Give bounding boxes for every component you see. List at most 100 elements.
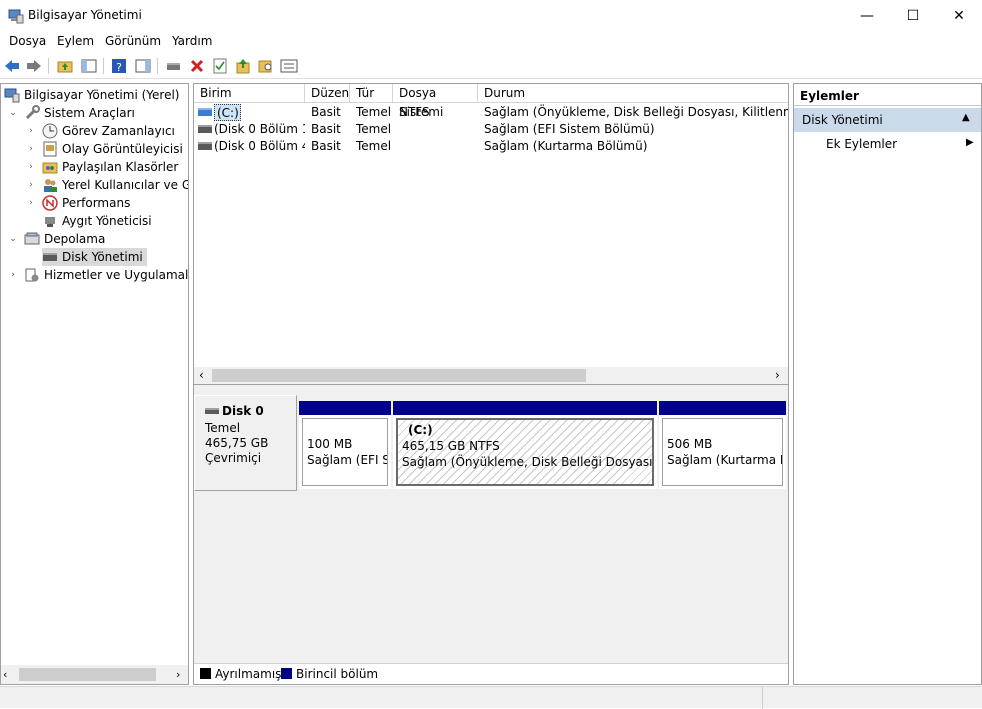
tree-item-local-users[interactable]: › Yerel Kullanıcılar ve Gru: [26, 176, 188, 194]
minimize-button[interactable]: —: [844, 0, 890, 32]
tree-item-label: Paylaşılan Klasörler: [62, 160, 179, 174]
collapse-up-icon[interactable]: ▲: [962, 112, 970, 123]
view-icon[interactable]: [280, 57, 298, 75]
tree-root-label: Bilgisayar Yönetimi (Yerel): [24, 88, 180, 102]
export-list-icon[interactable]: [234, 57, 252, 75]
partition-status: Sağlam (Önyükleme, Disk Belleği Dosyası,…: [402, 455, 654, 469]
forward-icon[interactable]: [25, 57, 43, 75]
legend: Ayrılmamış Birincil bölüm: [194, 663, 788, 684]
volume-status: Sağlam (EFI Sistem Bölümü): [484, 122, 655, 136]
menu-bar: Dosya Eylem Görünüm Yardım: [0, 32, 982, 52]
maximize-button[interactable]: ☐: [890, 0, 936, 32]
scroll-right-icon[interactable]: ›: [775, 368, 780, 382]
title-bar: Bilgisayar Yönetimi — ☐ ✕: [0, 0, 982, 32]
action-more-actions[interactable]: Ek Eylemler ▶: [794, 134, 981, 154]
volume-row[interactable]: (Disk 0 Bölüm 1) Basit Temel Sağlam (EFI…: [194, 121, 788, 138]
tree-item-label: Disk Yönetimi: [62, 250, 143, 264]
volume-row[interactable]: (Disk 0 Bölüm 4) Basit Temel Sağlam (Kur…: [194, 138, 788, 155]
help-icon[interactable]: ?: [110, 57, 128, 75]
properties-icon[interactable]: [211, 57, 229, 75]
partition-c[interactable]: (C:) 465,15 GB NTFS Sağlam (Önyükleme, D…: [393, 401, 657, 489]
volume-type: Temel: [356, 105, 392, 119]
show-action-pane-icon[interactable]: [134, 57, 152, 75]
partition-title: (C:): [408, 423, 433, 437]
primary-partition-bar: [299, 401, 391, 415]
menu-file[interactable]: Dosya: [9, 34, 46, 48]
partition-efi[interactable]: 100 MB Sağlam (EFI Sis: [299, 401, 391, 489]
scroll-right-icon[interactable]: ›: [176, 668, 180, 681]
pane-splitter[interactable]: [194, 384, 788, 391]
tree-item-label: Görev Zamanlayıcı: [62, 124, 175, 138]
tree-item-disk-management[interactable]: Disk Yönetimi: [42, 248, 147, 266]
computer-management-icon: [8, 9, 24, 24]
submenu-arrow-icon: ▶: [966, 137, 974, 148]
chevron-right-icon[interactable]: ›: [26, 126, 36, 136]
disk-size: 465,75 GB: [205, 436, 269, 450]
partition-recovery[interactable]: 506 MB Sağlam (Kurtarma Bö: [659, 401, 786, 489]
toolbar: ?: [0, 53, 982, 79]
volume-list-header: Birim Düzen Tür Dosya Sistemi Durum: [194, 84, 788, 119]
volume-row[interactable]: (C:) Basit Temel NTFS Sağlam (Önyükleme,…: [194, 104, 788, 121]
chevron-right-icon[interactable]: ›: [26, 198, 36, 208]
action-label: Ek Eylemler: [826, 137, 898, 151]
chevron-down-icon[interactable]: ⌄: [8, 234, 18, 244]
volume-list-horizontal-scrollbar[interactable]: ‹ ›: [194, 367, 788, 384]
services-icon: [25, 268, 39, 282]
search-icon[interactable]: [257, 57, 275, 75]
tree-item-event-viewer[interactable]: › Olay Görüntüleyicisi: [26, 140, 183, 158]
scroll-left-icon[interactable]: ‹: [3, 668, 7, 681]
legend-label: Ayrılmamış: [215, 667, 282, 681]
disk-info-panel[interactable]: Disk 0 Temel 465,75 GB Çevrimiçi: [194, 395, 297, 491]
legend-label: Birincil bölüm: [296, 667, 379, 681]
partition-size: 506 MB: [667, 437, 713, 451]
graphical-disk-view: Disk 0 Temel 465,75 GB Çevrimiçi 100 MB …: [194, 391, 788, 663]
volume-icon: [198, 108, 212, 116]
tree-horizontal-scrollbar[interactable]: ‹ ›: [1, 665, 188, 684]
tree-item-label: Sistem Araçları: [44, 106, 135, 120]
back-icon[interactable]: [3, 57, 21, 75]
volume-name: (Disk 0 Bölüm 4): [214, 139, 305, 153]
toolbar-separator: [157, 58, 158, 74]
column-header-type[interactable]: Tür: [350, 84, 393, 103]
volume-filesystem: [399, 121, 479, 138]
chevron-right-icon[interactable]: ›: [26, 180, 36, 190]
menu-action[interactable]: Eylem: [57, 34, 94, 48]
tree-item-storage[interactable]: ⌄ Depolama: [8, 230, 105, 248]
connect-drive-icon[interactable]: [165, 57, 183, 75]
actions-section-disk-management[interactable]: Disk Yönetimi ▲: [794, 108, 981, 132]
tree-root[interactable]: Bilgisayar Yönetimi (Yerel): [4, 86, 179, 104]
tree-item-label: Yerel Kullanıcılar ve Gru: [62, 178, 188, 192]
delete-icon[interactable]: [188, 57, 206, 75]
disk-icon: [205, 408, 219, 414]
column-header-filesystem[interactable]: Dosya Sistemi: [393, 84, 478, 119]
chevron-right-icon[interactable]: ›: [26, 144, 36, 154]
chevron-right-icon[interactable]: ›: [8, 270, 18, 280]
chevron-right-icon[interactable]: ›: [26, 162, 36, 172]
volume-layout: Basit: [311, 105, 341, 119]
close-button[interactable]: ✕: [936, 0, 982, 32]
column-header-layout[interactable]: Düzen: [305, 84, 350, 103]
column-header-volume[interactable]: Birim: [194, 84, 305, 103]
tree-item-shared-folders[interactable]: › Paylaşılan Klasörler: [26, 158, 178, 176]
disk-title: Disk 0: [205, 404, 296, 418]
primary-partition-bar: [659, 401, 786, 415]
volume-name: (C:): [214, 104, 241, 121]
volume-type: Temel: [356, 139, 392, 153]
tree-item-device-manager[interactable]: Aygıt Yöneticisi: [42, 212, 152, 230]
show-hide-tree-icon[interactable]: [80, 57, 98, 75]
menu-help[interactable]: Yardım: [172, 34, 212, 48]
scroll-left-icon[interactable]: ‹: [199, 368, 204, 382]
scrollbar-thumb[interactable]: [212, 369, 586, 382]
tree-item-system-tools[interactable]: ⌄ Sistem Araçları: [8, 104, 135, 122]
column-header-status[interactable]: Durum: [478, 84, 788, 103]
chevron-down-icon[interactable]: ⌄: [8, 108, 18, 118]
tree-item-task-scheduler[interactable]: › Görev Zamanlayıcı: [26, 122, 175, 140]
scrollbar-thumb[interactable]: [19, 668, 156, 681]
primary-partition-bar: [393, 401, 657, 415]
menu-view[interactable]: Görünüm: [105, 34, 161, 48]
users-icon: [44, 179, 57, 192]
storage-icon: [24, 232, 40, 245]
tree-item-performance[interactable]: › Performans: [26, 194, 130, 212]
tree-item-services[interactable]: › Hizmetler ve Uygulamalar: [8, 266, 188, 284]
up-folder-icon[interactable]: [56, 57, 74, 75]
